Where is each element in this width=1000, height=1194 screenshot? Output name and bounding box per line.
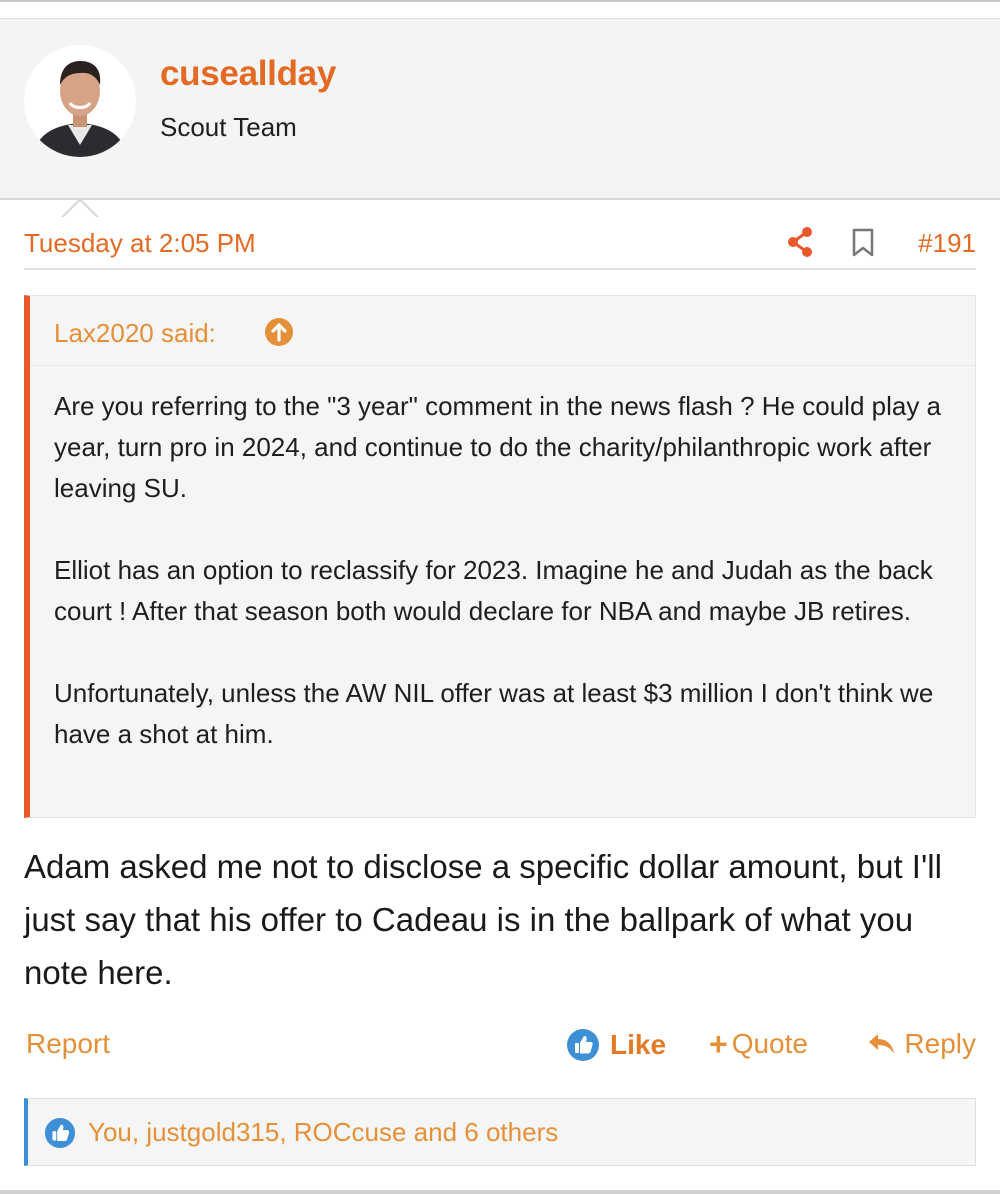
post-actions: Report Like + Quote Reply — [24, 1028, 976, 1068]
user-title: Scout Team — [160, 112, 297, 142]
username[interactable]: cuseallday — [160, 54, 336, 94]
quote-block: Lax2020 said: Are you referring to the "… — [24, 295, 976, 818]
thumbs-up-icon — [44, 1117, 76, 1149]
reply-label: Reply — [904, 1028, 976, 1059]
report-button[interactable]: Report — [26, 1028, 110, 1060]
like-button[interactable]: Like — [566, 1028, 666, 1062]
like-label: Like — [610, 1029, 667, 1060]
reactions-list[interactable]: You, justgold315, ROCcuse and 6 others — [88, 1117, 558, 1148]
post-body: Adam asked me not to disclose a specific… — [24, 848, 942, 991]
reply-button[interactable]: Reply — [866, 1028, 976, 1060]
header-caret — [61, 198, 99, 218]
post-meta-row: Tuesday at 2:05 PM #191 — [24, 225, 976, 268]
thumbs-up-icon — [567, 1029, 599, 1061]
share-icon[interactable] — [786, 225, 814, 259]
quote-header: Lax2020 said: — [30, 296, 975, 366]
meta-divider — [24, 268, 976, 270]
post-user-header: cuseallday Scout Team — [0, 18, 1000, 218]
reply-arrow-icon — [869, 1034, 895, 1054]
quote-body: Are you referring to the "3 year" commen… — [54, 386, 964, 796]
bookmark-icon[interactable] — [850, 228, 876, 258]
bottom-divider — [0, 1190, 1000, 1194]
top-divider — [0, 0, 1000, 2]
quote-button[interactable]: + Quote — [709, 1028, 808, 1060]
plus-icon: + — [709, 1026, 728, 1062]
arrow-up-circle-icon[interactable] — [264, 317, 294, 347]
avatar[interactable] — [24, 45, 136, 157]
reactions-bar[interactable]: You, justgold315, ROCcuse and 6 others — [24, 1098, 976, 1166]
quote-paragraph: Unfortunately, unless the AW NIL offer w… — [54, 678, 934, 749]
quote-author[interactable]: Lax2020 said: — [54, 318, 216, 349]
quote-paragraph: Are you referring to the "3 year" commen… — [54, 391, 942, 503]
post-date[interactable]: Tuesday at 2:05 PM — [24, 228, 256, 259]
quote-paragraph: Elliot has an option to reclassify for 2… — [54, 555, 933, 626]
quote-label: Quote — [731, 1028, 808, 1059]
post-number[interactable]: #191 — [918, 228, 976, 259]
